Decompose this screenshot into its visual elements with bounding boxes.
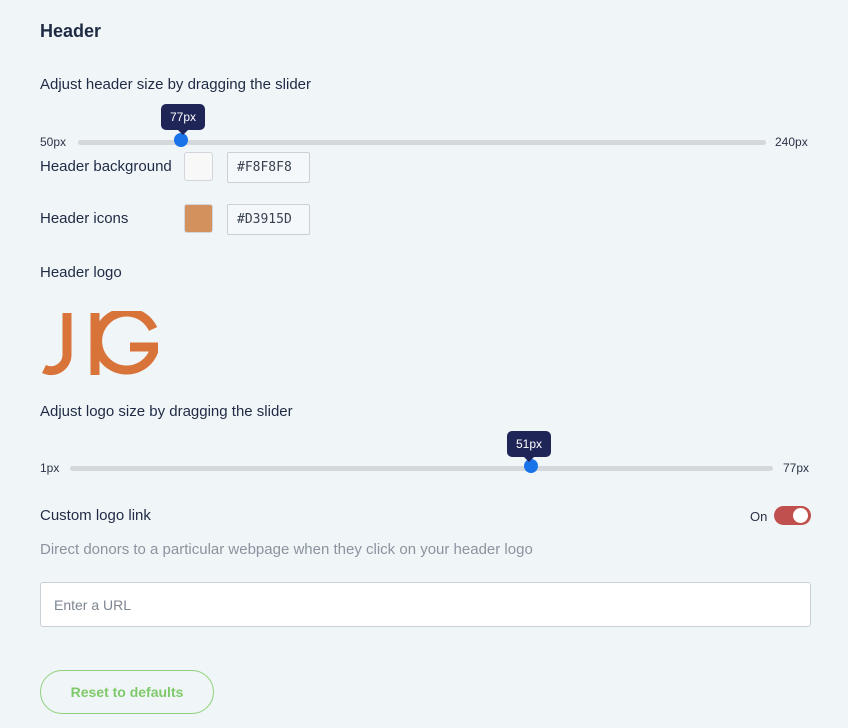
logo-size-max-label: 77px <box>783 461 810 475</box>
header-icons-label: Header icons <box>40 210 129 227</box>
header-logo-image[interactable] <box>40 307 161 382</box>
header-icons-swatch[interactable] <box>184 204 213 233</box>
url-input[interactable] <box>40 582 811 627</box>
header-icons-hex-input[interactable]: #D3915D <box>227 204 310 235</box>
header-background-label: Header background <box>40 158 172 175</box>
header-size-label: Adjust header size by dragging the slide… <box>40 76 311 93</box>
logo-size-slider-track[interactable] <box>70 466 773 471</box>
custom-logo-link-hint: Direct donors to a particular webpage wh… <box>40 541 533 558</box>
custom-logo-link-label: Custom logo link <box>40 507 151 524</box>
header-logo-label: Header logo <box>40 264 122 281</box>
header-background-hex-input[interactable]: #F8F8F8 <box>227 152 310 183</box>
custom-logo-link-toggle[interactable] <box>774 506 811 525</box>
logo-size-tooltip: 51px <box>507 431 551 462</box>
header-size-tooltip: 77px <box>161 104 205 135</box>
reset-to-defaults-button[interactable]: Reset to defaults <box>40 670 214 714</box>
toggle-state-label: On <box>750 509 768 524</box>
logo-size-min-label: 1px <box>40 461 60 475</box>
section-title: Header <box>40 21 102 41</box>
header-background-swatch[interactable] <box>184 152 213 181</box>
header-size-max-label: 240px <box>775 135 808 149</box>
header-size-min-label: 50px <box>40 135 67 149</box>
logo-size-label: Adjust logo size by dragging the slider <box>40 403 293 420</box>
header-size-slider-thumb[interactable] <box>174 133 188 147</box>
toggle-knob <box>793 508 808 523</box>
